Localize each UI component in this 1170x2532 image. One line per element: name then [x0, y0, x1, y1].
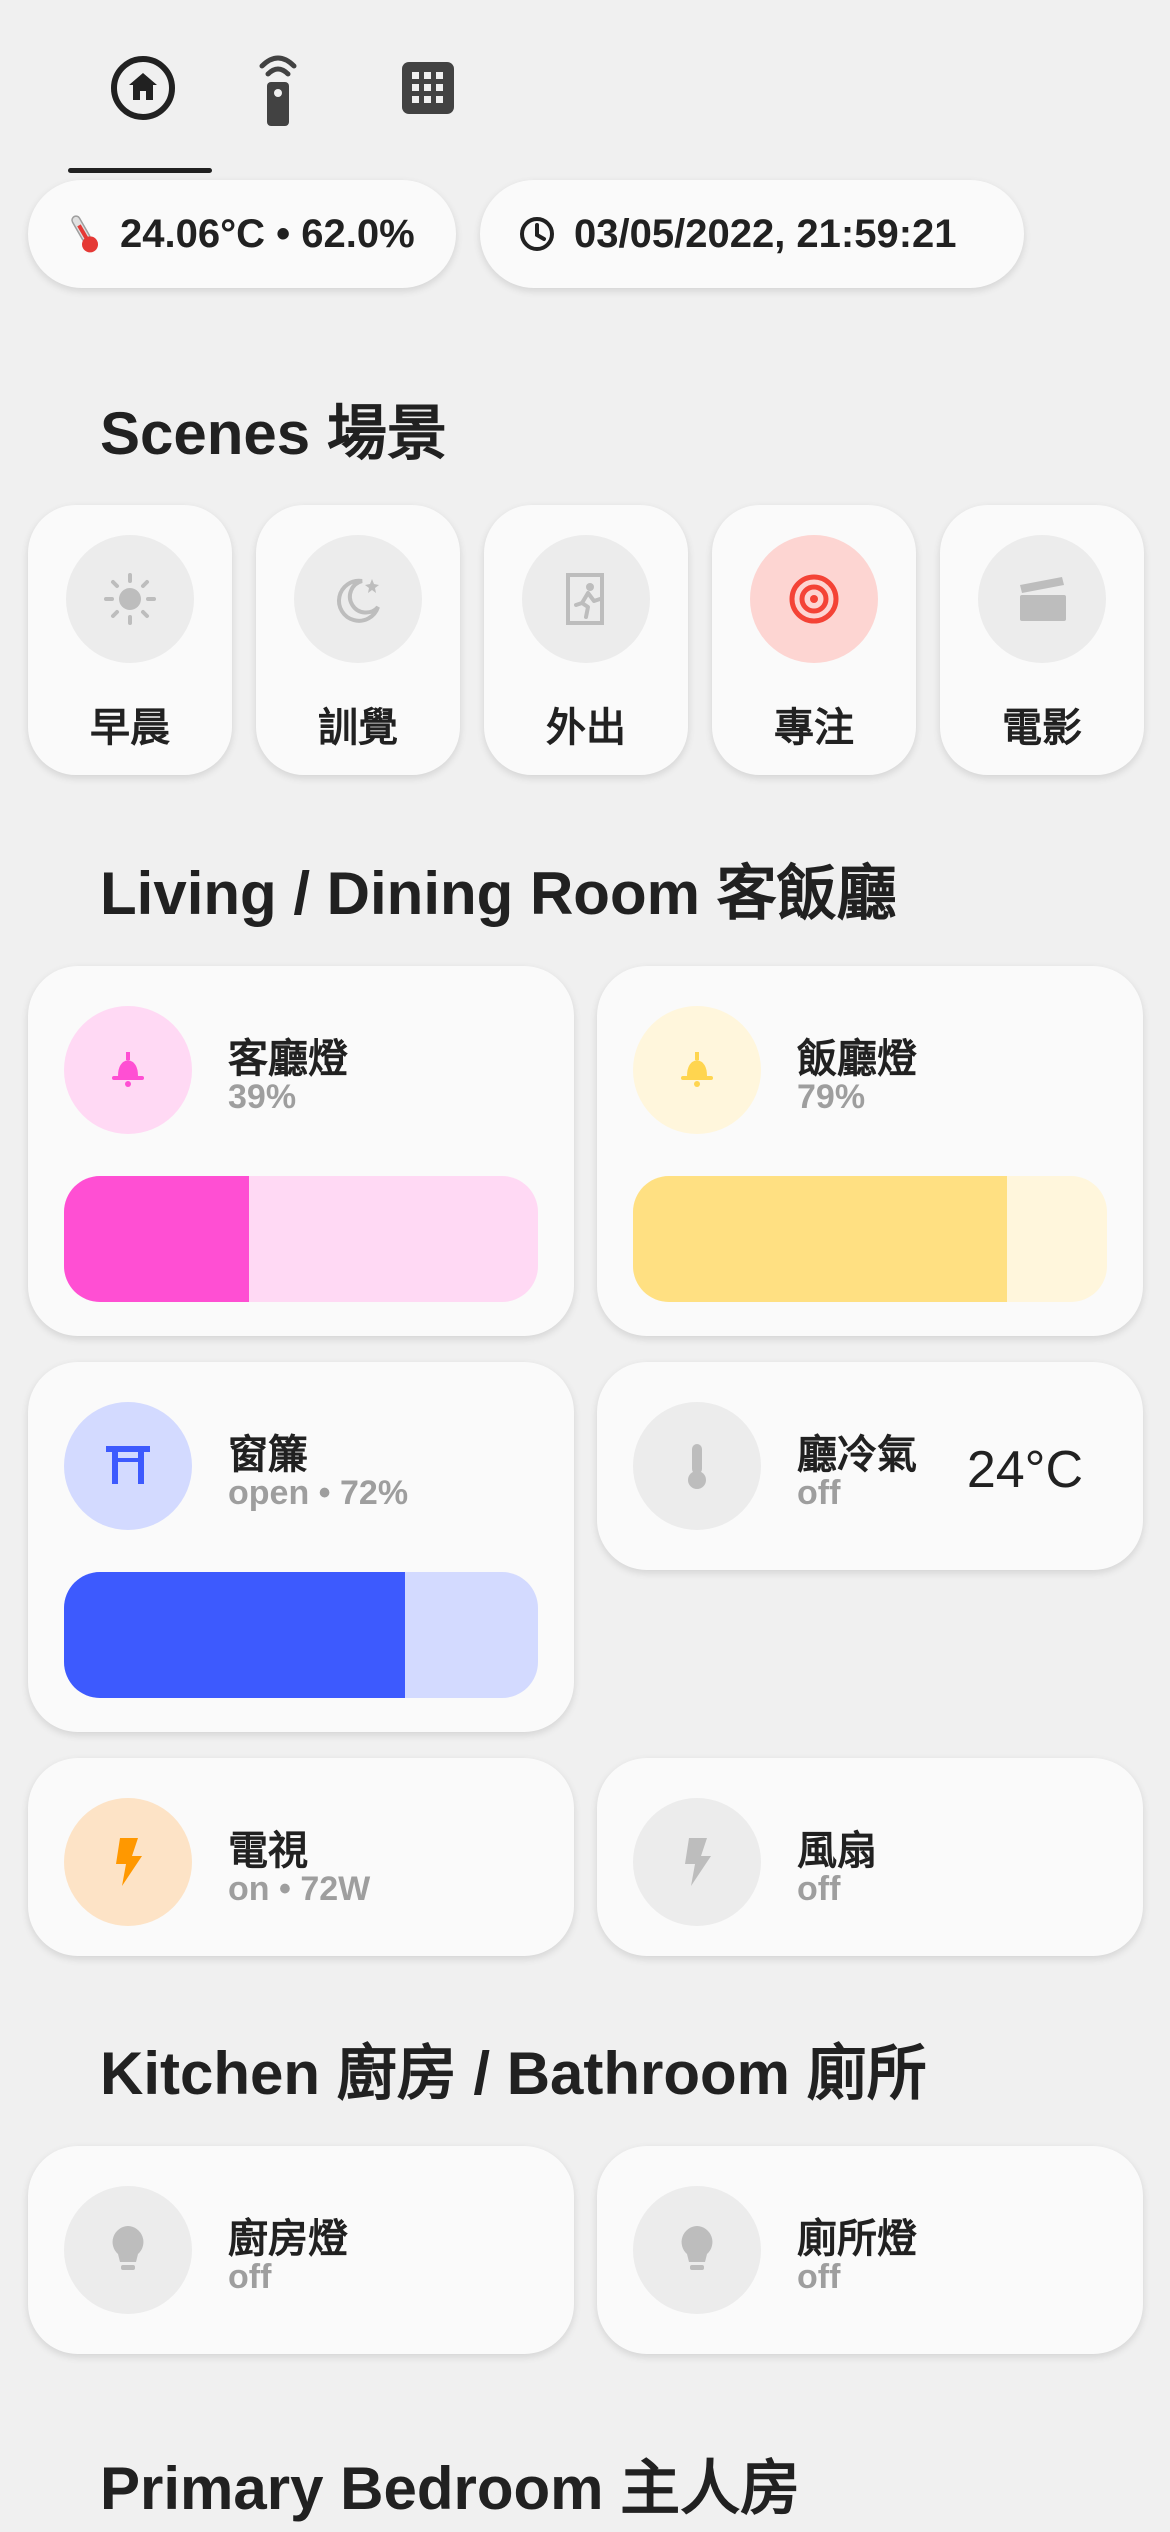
section-title-scenes: Scenes 場景 [100, 400, 447, 467]
device-state: off [797, 2258, 841, 2296]
datetime-chip[interactable]: 03/05/2022, 21:59:21 [480, 180, 1024, 288]
bulb-icon [681, 2226, 713, 2270]
grid-icon [402, 61, 454, 114]
card-curtain[interactable]: 窗簾 open • 72% [28, 1362, 574, 1732]
sun-icon [104, 573, 156, 625]
card-fan[interactable]: 風扇 off [597, 1758, 1143, 1956]
device-state: open • 72% [228, 1474, 409, 1512]
scene-label: 外出 [546, 706, 626, 750]
tab-bar [68, 30, 488, 173]
scene-tile-away[interactable]: 外出 [484, 505, 688, 775]
climate-readout: 24.06°C • 62.0% [120, 211, 415, 256]
position-slider[interactable] [64, 1572, 538, 1698]
power-icon [685, 1838, 711, 1886]
device-name: 電視 [228, 1829, 308, 1873]
ceiling-light-icon [112, 1052, 144, 1087]
slider-fill [64, 1572, 406, 1698]
curtain-icon [106, 1446, 150, 1484]
power-icon [116, 1838, 142, 1886]
card-dining-light[interactable]: 飯廳燈 79% [597, 966, 1143, 1336]
bulb-icon [112, 2226, 144, 2270]
tab-grid[interactable] [353, 30, 503, 145]
card-living-light[interactable]: 客廳燈 39% [28, 966, 574, 1336]
scene-label: 訓覺 [318, 706, 398, 750]
exit-icon [566, 573, 604, 625]
device-name: 廳冷氣 [797, 1433, 917, 1477]
card-aircon[interactable]: 廳冷氣 off 24°C [597, 1362, 1143, 1570]
device-state: off [797, 1474, 841, 1512]
scene-label: 專注 [774, 706, 854, 750]
scene-tile-focus[interactable]: 專注 [712, 505, 916, 775]
clock-icon [520, 217, 554, 251]
slider-fill [633, 1176, 1008, 1302]
home-icon [111, 55, 175, 120]
device-name: 廚房燈 [228, 2217, 348, 2261]
remote-icon [259, 55, 297, 126]
device-name: 風扇 [797, 1829, 877, 1873]
clapperboard-icon [1020, 577, 1066, 621]
slider-fill [64, 1176, 249, 1302]
device-state: 79% [797, 1078, 866, 1116]
section-title-bedroom: Primary Bedroom 主人房 [100, 2455, 801, 2522]
active-tab-indicator [68, 168, 212, 173]
device-name: 廁所燈 [797, 2217, 917, 2261]
device-state: on • 72W [228, 1870, 371, 1908]
moon-icon [337, 578, 380, 623]
device-name: 飯廳燈 [797, 1037, 917, 1081]
target-temperature: 24°C [966, 1441, 1083, 1499]
thermometer-icon [688, 1444, 706, 1489]
device-name: 客廳燈 [228, 1037, 348, 1081]
section-title-kitchen: Kitchen 廚房 / Bathroom 廁所 [100, 2040, 927, 2107]
device-name: 窗簾 [228, 1433, 308, 1477]
tab-home[interactable] [68, 30, 218, 145]
climate-chip[interactable]: 24.06°C • 62.0% [28, 180, 456, 288]
scene-label: 電影 [1002, 706, 1082, 750]
scene-tile-morning[interactable]: 早晨 [28, 505, 232, 775]
scene-tile-sleep[interactable]: 訓覺 [256, 505, 460, 775]
tab-remote[interactable] [203, 30, 353, 145]
card-tv[interactable]: 電視 on • 72W [28, 1758, 574, 1956]
card-kitchen-light[interactable]: 廚房燈 off [28, 2146, 574, 2354]
thermometer-icon [71, 215, 98, 253]
ceiling-light-icon [681, 1052, 713, 1087]
card-bathroom-light[interactable]: 廁所燈 off [597, 2146, 1143, 2354]
target-icon [789, 574, 839, 624]
section-title-living: Living / Dining Room 客飯廳 [100, 860, 897, 927]
scene-tile-movie[interactable]: 電影 [940, 505, 1144, 775]
datetime-readout: 03/05/2022, 21:59:21 [574, 211, 957, 256]
scene-label: 早晨 [90, 706, 170, 750]
device-state: off [797, 1870, 841, 1908]
dashboard: 24.06°C • 62.0% 03/05/2022, 21:59:21 Sce… [0, 0, 1170, 2532]
device-state: 39% [228, 1078, 297, 1116]
brightness-slider[interactable] [633, 1176, 1107, 1302]
device-state: off [228, 2258, 272, 2296]
brightness-slider[interactable] [64, 1176, 538, 1302]
